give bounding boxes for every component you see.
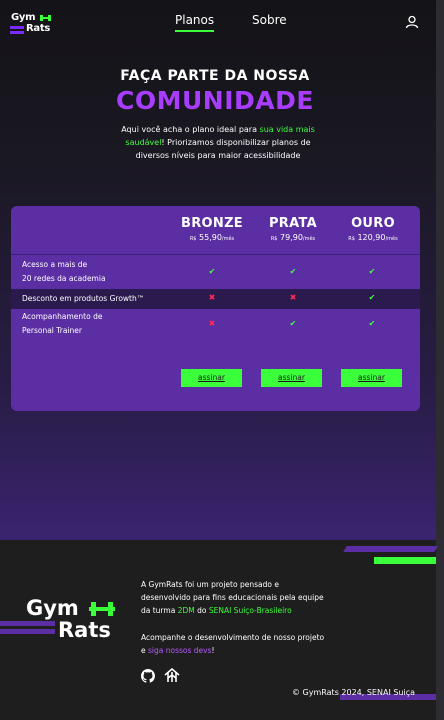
plan-name: PRATA <box>268 216 317 231</box>
check-icon: ✔ <box>368 293 376 302</box>
subscribe-bronze-button[interactable]: assinar <box>181 369 242 387</box>
hero-title-small: FAÇA PARTE DA NOSSA <box>120 68 310 84</box>
check-icon: ✔ <box>289 267 297 276</box>
subscribe-prata-button[interactable]: assinar <box>261 369 322 387</box>
feature-label: Acompanhamento de Personal Trainer <box>22 312 103 335</box>
logo-stripe <box>0 629 55 634</box>
feature-row: Desconto em produtos Growth™ ✖ ✖ ✔ <box>11 289 420 309</box>
hero-intro: Aqui você acha o plano ideal para sua vi… <box>110 123 326 162</box>
feature-row: Acesso a mais de 20 redes da academia ✔ ✔… <box>11 254 420 289</box>
plan-header-prata: PRATA R$ 79,90/mês <box>253 216 333 242</box>
plan-name: OURO <box>351 216 395 231</box>
check-icon: ✔ <box>368 267 376 276</box>
footer-stripe <box>374 557 436 564</box>
plan-name: BRONZE <box>181 216 243 231</box>
footer-about: A GymRats foi um projeto pensado e desen… <box>141 580 324 615</box>
feature-label: Acesso a mais de 20 redes da academia <box>22 260 106 283</box>
logo-text-bottom: Rats <box>58 618 111 642</box>
user-icon[interactable] <box>405 15 419 29</box>
plan-price: R$ 120,90/mês <box>348 233 398 242</box>
logo-text-top: Gym <box>11 12 36 23</box>
check-icon: ✔ <box>368 319 376 328</box>
school-link[interactable]: SENAI Suiço-Brasileiro <box>209 606 292 615</box>
feature-row: Acompanhamento de Personal Trainer ✖ ✔ ✔ <box>11 309 420 341</box>
logo-stripe <box>0 621 55 626</box>
plan-header-ouro: OURO R$ 120,90/mês <box>333 216 413 242</box>
footer-stripe <box>343 546 438 552</box>
cross-icon: ✖ <box>289 293 297 302</box>
check-icon: ✔ <box>208 267 216 276</box>
subscribe-ouro-button[interactable]: assinar <box>341 369 402 387</box>
logo-stripe <box>10 31 24 34</box>
logo-stripe <box>10 26 24 29</box>
plan-price: R$ 55,90/mês <box>189 233 235 242</box>
footer-follow: Acompanhe o desenvolvimento de nosso pro… <box>141 633 325 655</box>
plans-table: BRONZE R$ 55,90/mês PRATA R$ 79,90/mês O… <box>11 206 420 411</box>
logo-text-bottom: Rats <box>26 23 50 34</box>
team-link[interactable]: 2DM <box>178 606 195 615</box>
plan-header-bronze: BRONZE R$ 55,90/mês <box>172 216 252 242</box>
intro-text: Aqui você acha o plano ideal para <box>121 125 260 134</box>
cross-icon: ✖ <box>208 319 216 328</box>
logo[interactable]: Gym Rats <box>10 12 54 34</box>
dumbbell-icon <box>40 15 51 21</box>
dumbbell-icon <box>89 602 115 616</box>
hero-title-big: COMUNIDADE <box>116 86 314 115</box>
devs-link[interactable]: siga nossos devs <box>148 646 212 655</box>
footer-logo: Gym Rats <box>0 596 120 646</box>
feature-label: Desconto em produtos Growth™ <box>22 294 145 303</box>
intro-text: ! Priorizamos disponibilizar planos de d… <box>135 138 311 160</box>
copyright: © GymRats 2024, SENAI Suiça <box>292 688 416 697</box>
logo-text-top: Gym <box>26 596 79 620</box>
github-icon[interactable] <box>141 669 155 683</box>
nav-link-planos[interactable]: Planos <box>175 13 215 32</box>
nav-link-sobre[interactable]: Sobre <box>252 13 287 27</box>
sourcebox-icon[interactable] <box>164 668 180 683</box>
cross-icon: ✖ <box>208 293 216 302</box>
scrollbar[interactable] <box>436 0 444 720</box>
plan-price: R$ 79,90/mês <box>270 233 316 242</box>
check-icon: ✔ <box>289 319 297 328</box>
